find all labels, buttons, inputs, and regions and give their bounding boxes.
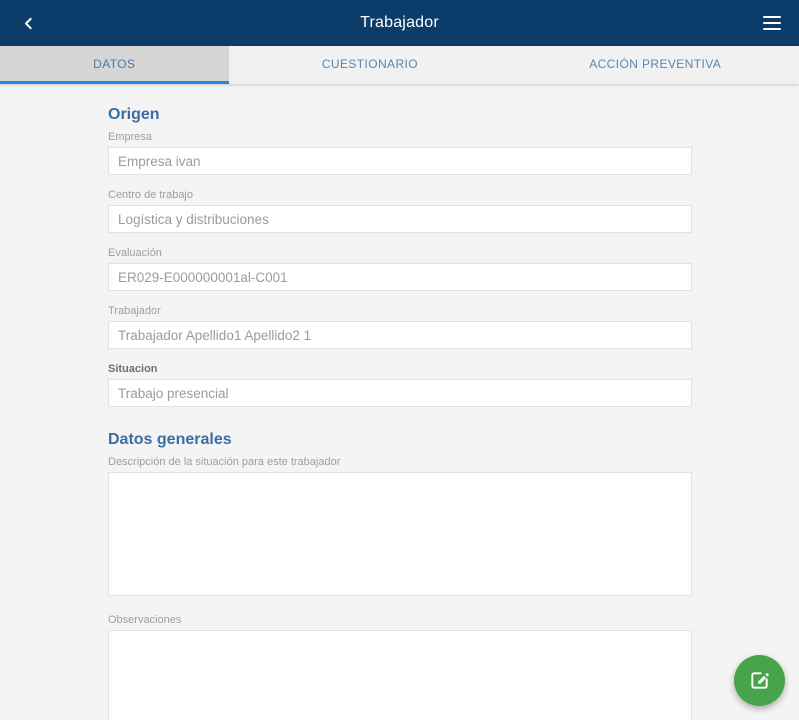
section-title-datos-generales: Datos generales [108,431,232,448]
field-centro-de-trabajo: Centro de trabajo [108,189,692,233]
menu-button[interactable] [751,0,793,46]
hamburger-menu-icon [763,15,781,31]
field-situacion: Situacion [108,363,692,407]
tab-cuestionario[interactable]: CUESTIONARIO [229,46,512,84]
field-label-evaluacion: Evaluación [108,247,162,259]
field-label-observaciones: Observaciones [108,614,182,626]
trabajador-input[interactable] [108,321,692,349]
chevron-left-icon [21,16,36,31]
tab-bar: DATOS CUESTIONARIO ACCIÓN PREVENTIVA [0,46,799,84]
field-trabajador: Trabajador [108,305,692,349]
app-window: Trabajador DATOS CUESTIONARIO ACCIÓN PRE… [0,0,799,720]
field-label-trabajador: Trabajador [108,305,161,317]
section-title-origen: Origen [108,106,160,123]
back-button[interactable] [8,0,48,46]
tab-datos[interactable]: DATOS [0,46,229,84]
field-label-situacion: Situacion [108,363,158,375]
evaluacion-input[interactable] [108,263,692,291]
empresa-input[interactable] [108,147,692,175]
edit-fab-button[interactable] [734,655,785,706]
field-label-empresa: Empresa [108,131,153,143]
app-header: Trabajador [0,0,799,46]
field-evaluacion: Evaluación [108,247,692,291]
field-empresa: Empresa [108,131,692,175]
tab-accion-preventiva[interactable]: ACCIÓN PREVENTIVA [511,46,799,84]
field-descripcion-situacion: Descripción de la situación para este tr… [108,456,692,596]
field-label-centro-de-trabajo: Centro de trabajo [108,189,193,201]
centro-de-trabajo-input[interactable] [108,205,692,233]
situacion-input[interactable] [108,379,692,407]
field-label-descripcion-situacion: Descripción de la situación para este tr… [108,456,341,468]
form-content: Origen Empresa Centro de trabajo Evaluac… [0,84,799,720]
observaciones-textarea[interactable] [108,630,692,720]
field-observaciones: Observaciones [108,614,692,720]
edit-icon [748,669,771,692]
descripcion-situacion-textarea[interactable] [108,472,692,596]
page-title: Trabajador [360,14,439,31]
